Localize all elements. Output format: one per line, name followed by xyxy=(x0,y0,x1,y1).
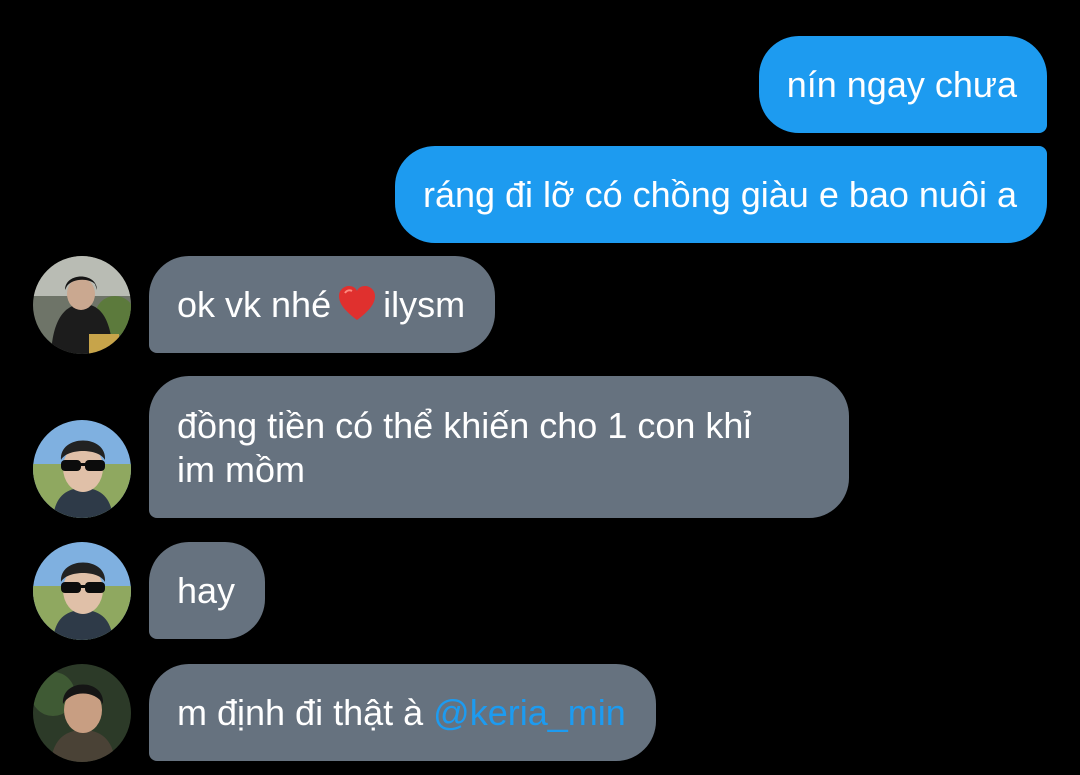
incoming-message[interactable]: m định đi thật à @keria_min xyxy=(149,664,656,761)
message-text: im mồm xyxy=(177,449,305,490)
avatar[interactable] xyxy=(33,420,131,518)
user-avatar-image xyxy=(33,256,131,354)
message-text: ilysm xyxy=(383,284,466,325)
chat-thread: nín ngay chưa ráng đi lỡ có chồng giàu e… xyxy=(0,0,1080,775)
user-mention-link[interactable]: @keria_min xyxy=(433,692,626,733)
red-heart-icon xyxy=(337,284,377,324)
incoming-message[interactable]: hay xyxy=(149,542,266,639)
message-text: m định đi thật à xyxy=(177,692,424,733)
user-avatar-image xyxy=(33,420,131,518)
user-avatar-image xyxy=(33,542,131,640)
message-text: đồng tiền có thể khiến cho 1 con khỉ xyxy=(177,405,752,446)
incoming-message[interactable]: đồng tiền có thể khiến cho 1 con khỉ im … xyxy=(149,376,849,518)
outgoing-message[interactable]: nín ngay chưa xyxy=(758,36,1047,133)
message-text: ok vk nhé xyxy=(177,284,332,325)
incoming-message[interactable]: ok vk nhé ilysm xyxy=(149,256,496,353)
message-text: hay xyxy=(177,570,236,611)
user-avatar-image xyxy=(33,664,131,762)
message-text: nín ngay chưa xyxy=(786,64,1017,105)
avatar[interactable] xyxy=(33,664,131,762)
avatar[interactable] xyxy=(33,542,131,640)
avatar[interactable] xyxy=(33,256,131,354)
message-text: ráng đi lỡ có chồng giàu e bao nuôi a xyxy=(422,174,1017,215)
outgoing-message[interactable]: ráng đi lỡ có chồng giàu e bao nuôi a xyxy=(394,146,1047,243)
